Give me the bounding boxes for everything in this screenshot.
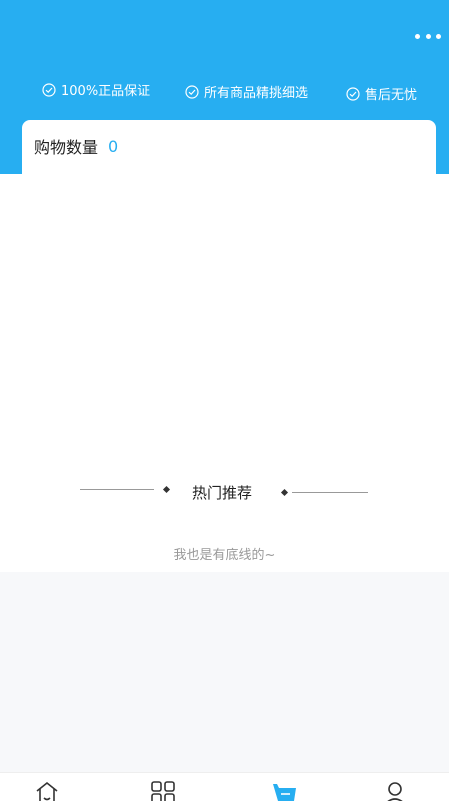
end-of-list-text: 我也是有底线的~ xyxy=(173,548,276,563)
tab-cart[interactable] xyxy=(270,779,300,801)
home-icon xyxy=(36,781,58,801)
guarantee-selected: 所有商品精挑细选 xyxy=(185,82,308,101)
guarantee-label: 售后无忧 xyxy=(365,88,418,103)
profile-icon xyxy=(387,782,403,801)
more-dots-icon xyxy=(415,33,420,39)
content-area xyxy=(0,572,449,772)
guarantee-bar: 100%正品保证 所有商品精挑细选 售后无忧 xyxy=(0,78,449,104)
check-circle-icon xyxy=(185,84,199,99)
more-dots-icon xyxy=(436,33,441,39)
divider-line xyxy=(80,489,154,490)
diamond-icon xyxy=(162,485,171,494)
cart-count-label: 购物数量 xyxy=(34,138,99,157)
tab-home[interactable] xyxy=(32,779,62,801)
check-circle-icon xyxy=(346,86,360,101)
cart-icon xyxy=(273,784,296,801)
tab-profile[interactable] xyxy=(380,779,410,801)
more-button[interactable] xyxy=(415,26,441,46)
cart-summary-card: 购物数量 0 xyxy=(22,120,436,176)
divider-line xyxy=(292,492,368,493)
guarantee-aftersale: 售后无忧 xyxy=(346,84,417,103)
guarantee-label: 100%正品保证 xyxy=(61,84,151,99)
tab-bar xyxy=(0,772,449,801)
category-grid-icon xyxy=(151,781,175,801)
cart-count-value: 0 xyxy=(108,136,119,156)
more-dots-icon xyxy=(425,33,431,39)
guarantee-label: 所有商品精挑细选 xyxy=(204,86,309,101)
diamond-icon xyxy=(280,488,289,497)
tab-category[interactable] xyxy=(148,779,178,801)
hot-recommend-title: 热门推荐 xyxy=(192,484,253,502)
hot-recommend-divider: 热门推荐 xyxy=(80,480,370,504)
guarantee-authentic: 100%正品保证 xyxy=(42,80,150,99)
cart-count-row: 购物数量 0 xyxy=(34,134,118,158)
check-circle-icon xyxy=(42,82,56,97)
